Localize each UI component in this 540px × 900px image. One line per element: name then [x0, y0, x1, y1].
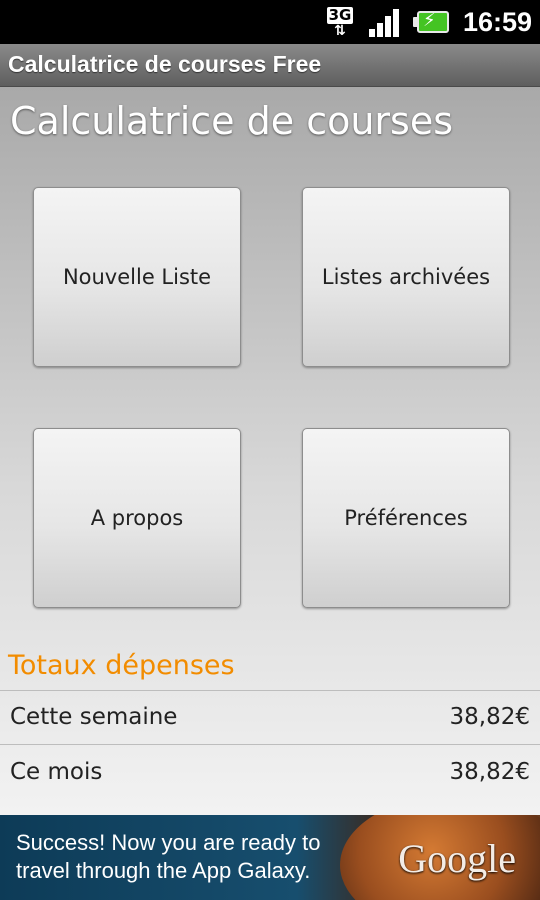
google-logo: Google	[398, 836, 516, 881]
preferences-button[interactable]: Préférences	[302, 428, 510, 608]
battery-charging-icon: ⚡	[412, 9, 453, 35]
weekly-total-label: Cette semaine	[10, 704, 178, 730]
preferences-label: Préférences	[344, 506, 468, 530]
archived-lists-button[interactable]: Listes archivées	[302, 187, 510, 367]
ad-text: Success! Now you are ready to travel thr…	[16, 830, 321, 883]
new-list-label: Nouvelle Liste	[62, 265, 212, 289]
weekly-total-value: 38,82€	[449, 704, 530, 730]
app-title-bar: Calculatrice de courses Free	[0, 44, 540, 87]
signal-strength-icon	[367, 5, 403, 39]
main-content: Calculatrice de courses Nouvelle Liste L…	[0, 87, 540, 815]
status-bar: 3G ⇅ ⚡ 16:59	[0, 0, 540, 44]
about-label: A propos	[90, 506, 184, 530]
page-title: Calculatrice de courses	[10, 99, 454, 143]
totals-divider	[0, 690, 540, 691]
archived-lists-label: Listes archivées	[321, 265, 491, 289]
network-3g-icon: 3G ⇅	[323, 5, 357, 39]
status-icons: 3G ⇅ ⚡ 16:59	[323, 4, 532, 40]
network-type: 3G	[326, 5, 354, 24]
monthly-total-value: 38,82€	[449, 759, 530, 785]
totals-heading: Totaux dépenses	[8, 650, 235, 681]
monthly-total-label: Ce mois	[10, 759, 103, 785]
row-divider	[0, 744, 540, 745]
new-list-button[interactable]: Nouvelle Liste	[33, 187, 241, 367]
clock: 16:59	[462, 6, 532, 37]
ad-banner[interactable]: Success! Now you are ready to travel thr…	[0, 815, 540, 900]
about-button[interactable]: A propos	[33, 428, 241, 608]
app-title: Calculatrice de courses Free	[8, 51, 322, 77]
network-arrows: ⇅	[334, 22, 346, 39]
